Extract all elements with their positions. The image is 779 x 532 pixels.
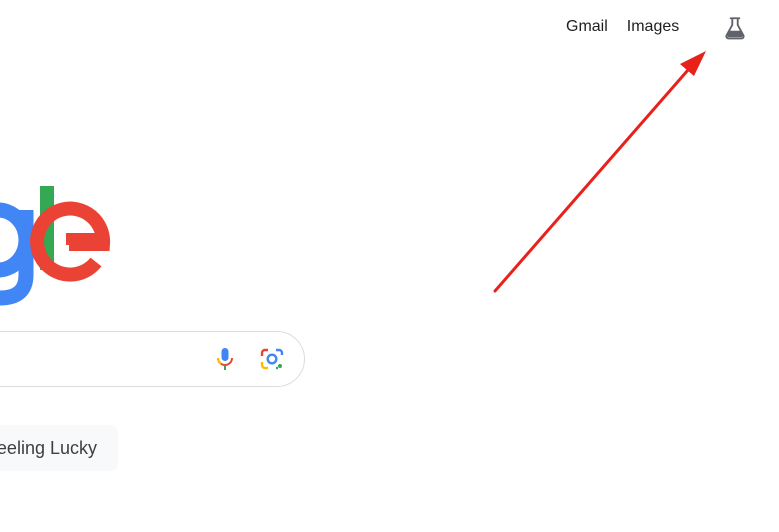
google-logo [0,186,111,306]
logo-letter-g [0,202,34,306]
search-by-image-button[interactable] [258,345,286,373]
search-box[interactable] [0,331,305,387]
microphone-icon [217,348,233,370]
camera-lens-icon [260,348,284,370]
feeling-lucky-button[interactable]: eeling Lucky [0,425,118,471]
google-homepage: Gmail Images eeling Lucky [0,0,779,532]
voice-search-button[interactable] [211,345,239,373]
